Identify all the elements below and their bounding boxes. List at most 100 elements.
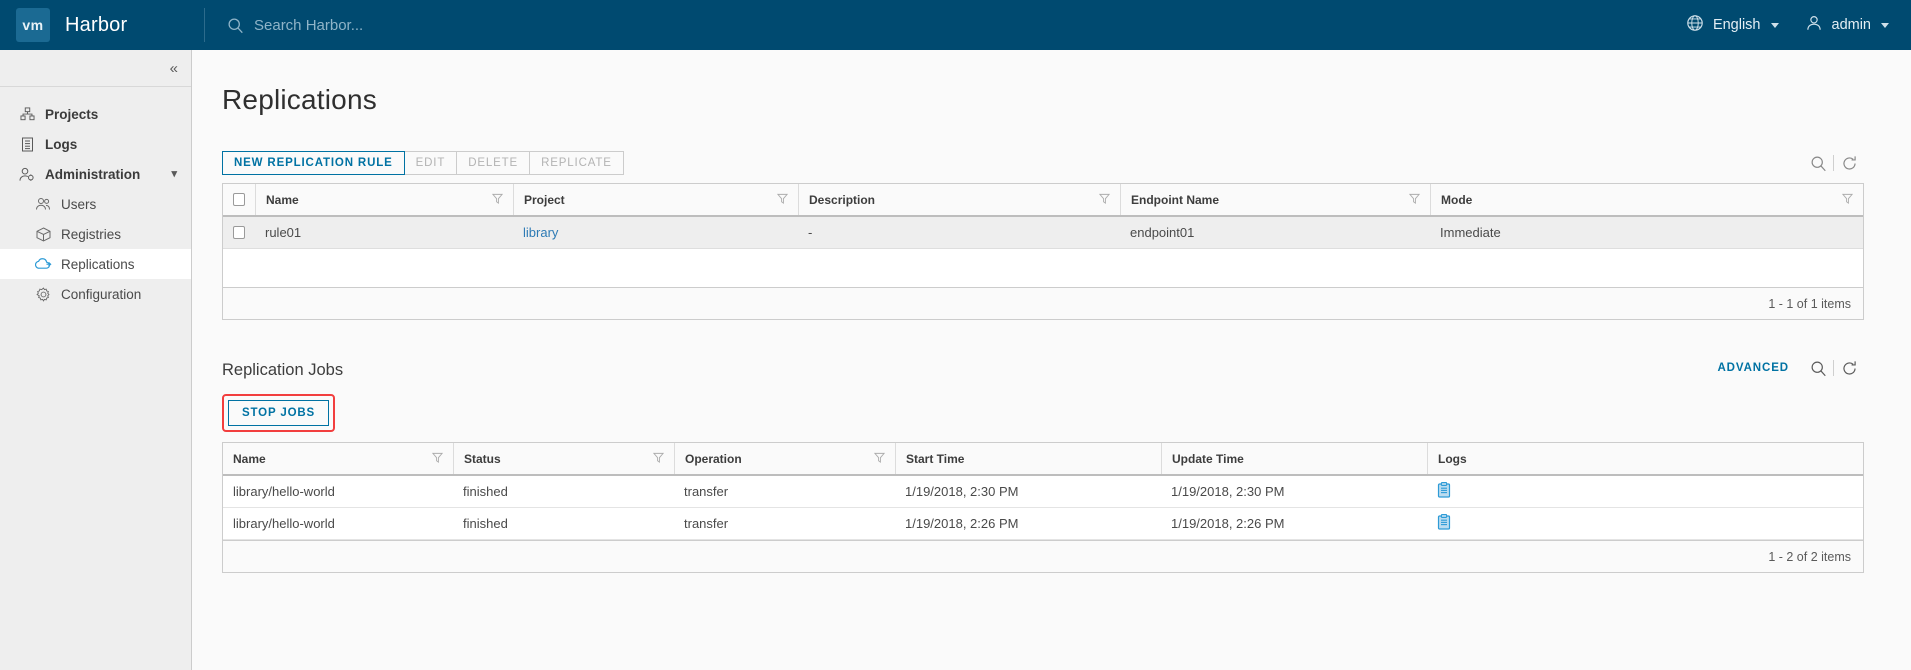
sidebar-item-label: Replications [61, 256, 135, 272]
sidebar-item-projects[interactable]: Projects [0, 99, 191, 129]
rules-column-mode[interactable]: Mode [1430, 184, 1863, 215]
replications-icon [34, 256, 52, 272]
jobs-header-controls: ADVANCED [1717, 356, 1864, 380]
header-divider [204, 8, 205, 42]
rules-search-button[interactable] [1803, 151, 1833, 175]
replicate-rule-button[interactable]: REPLICATE [530, 151, 624, 175]
stop-jobs-button[interactable]: STOP JOBS [228, 400, 330, 426]
user-menu[interactable]: admin [1805, 14, 1889, 36]
jobs-column-status[interactable]: Status [453, 443, 674, 474]
table-row[interactable]: library/hello-world finished transfer 1/… [223, 476, 1863, 508]
rules-column-description[interactable]: Description [798, 184, 1120, 215]
jobs-column-name[interactable]: Name [223, 443, 453, 474]
logs-icon [18, 136, 36, 152]
filter-funnel-icon[interactable] [1098, 193, 1111, 207]
cell-start-time: 1/19/2018, 2:30 PM [905, 484, 1019, 499]
rules-action-bar: NEW REPLICATION RULE EDIT DELETE REPLICA… [222, 151, 624, 175]
rules-column-project[interactable]: Project [513, 184, 798, 215]
brand-area[interactable]: vm Harbor [0, 0, 200, 50]
replication-jobs-header: Replication Jobs ADVANCED [222, 356, 1864, 380]
chevron-down-icon [1770, 22, 1779, 28]
sidebar-item-label: Configuration [61, 286, 142, 302]
user-name-label: admin [1831, 17, 1872, 33]
filter-funnel-icon[interactable] [1408, 193, 1421, 207]
jobs-column-operation[interactable]: Operation [674, 443, 895, 474]
filter-funnel-icon[interactable] [652, 452, 665, 466]
globe-icon [1686, 14, 1704, 36]
jobs-pagination-label: 1 - 2 of 2 items [1768, 549, 1851, 564]
main-content: Replications NEW REPLICATION RULE EDIT D… [192, 50, 1911, 670]
advanced-filter-link[interactable]: ADVANCED [1717, 362, 1789, 374]
filter-funnel-icon[interactable] [491, 193, 504, 207]
column-label: Name [266, 192, 299, 207]
jobs-column-update-time[interactable]: Update Time [1161, 443, 1427, 474]
filter-funnel-icon[interactable] [873, 452, 886, 466]
cell-update-time: 1/19/2018, 2:26 PM [1171, 516, 1285, 531]
vmware-logo-text: vm [22, 17, 44, 33]
sidebar-nav: Projects Logs Administration ▾ Users Reg… [0, 87, 191, 309]
cell-update-time: 1/19/2018, 2:30 PM [1171, 484, 1285, 499]
jobs-column-start-time[interactable]: Start Time [895, 443, 1161, 474]
filter-funnel-icon[interactable] [1841, 193, 1854, 207]
language-selector[interactable]: English [1686, 14, 1779, 36]
double-chevron-left-icon[interactable]: « [170, 61, 178, 76]
cell-status: finished [463, 484, 508, 499]
new-replication-rule-button[interactable]: NEW REPLICATION RULE [222, 151, 405, 175]
jobs-column-logs[interactable]: Logs [1427, 443, 1863, 474]
table-row[interactable]: rule01 library - endpoint01 Immediate [223, 217, 1863, 249]
projects-icon [18, 106, 36, 122]
column-label: Start Time [906, 451, 965, 466]
rules-select-all-header [223, 184, 255, 215]
jobs-search-button[interactable] [1803, 356, 1833, 380]
top-header-bar: vm Harbor English admin [0, 0, 1911, 50]
sidebar-item-configuration[interactable]: Configuration [0, 279, 191, 309]
replication-jobs-table: Name Status Operation Start Time Update … [222, 442, 1864, 573]
clipboard-log-icon[interactable] [1437, 482, 1451, 501]
sidebar-item-users[interactable]: Users [0, 189, 191, 219]
chevron-down-icon[interactable]: ▾ [171, 168, 177, 180]
header-right-controls: English admin [1686, 14, 1911, 36]
row-checkbox[interactable] [233, 226, 245, 239]
project-link[interactable]: library [523, 225, 558, 240]
rules-column-endpoint-name[interactable]: Endpoint Name [1120, 184, 1430, 215]
cell-status: finished [463, 516, 508, 531]
cell-name: rule01 [265, 225, 302, 240]
delete-rule-button[interactable]: DELETE [457, 151, 531, 175]
sidebar-item-registries[interactable]: Registries [0, 219, 191, 249]
jobs-refresh-button[interactable] [1834, 356, 1864, 380]
sidebar: « Projects Logs Administration ▾ Users R… [0, 50, 192, 670]
replication-rules-table: Name Project Description Endpoint Name M… [222, 183, 1864, 320]
jobs-table-header: Name Status Operation Start Time Update … [223, 443, 1863, 476]
rules-table-footer: 1 - 1 of 1 items [223, 287, 1863, 319]
rules-column-name[interactable]: Name [255, 184, 513, 215]
rules-table-empty-space [223, 249, 1863, 287]
column-label: Project [524, 192, 565, 207]
sidebar-item-logs[interactable]: Logs [0, 129, 191, 159]
cell-operation: transfer [684, 484, 729, 499]
column-label: Description [809, 192, 876, 207]
filter-funnel-icon[interactable] [431, 452, 444, 466]
table-row[interactable]: library/hello-world finished transfer 1/… [223, 508, 1863, 540]
language-label: English [1712, 17, 1761, 33]
search-input[interactable] [254, 16, 674, 34]
column-label: Endpoint Name [1131, 192, 1220, 207]
clipboard-log-icon[interactable] [1437, 514, 1451, 533]
edit-rule-button[interactable]: EDIT [404, 151, 458, 175]
filter-funnel-icon[interactable] [776, 193, 789, 207]
brand-title: Harbor [65, 13, 128, 36]
page-title: Replications [222, 84, 377, 115]
select-all-checkbox[interactable] [233, 193, 245, 206]
sidebar-item-label: Administration [45, 166, 141, 182]
column-label: Name [233, 451, 266, 466]
user-avatar-icon [1805, 14, 1823, 36]
sidebar-item-label: Users [61, 196, 97, 212]
cell-name: library/hello-world [233, 484, 335, 499]
administration-icon [18, 166, 36, 182]
rules-refresh-button[interactable] [1834, 151, 1864, 175]
sidebar-item-replications[interactable]: Replications [0, 249, 191, 279]
sidebar-item-administration[interactable]: Administration ▾ [0, 159, 191, 189]
sidebar-item-label: Registries [61, 226, 122, 242]
sidebar-item-label: Projects [45, 106, 99, 122]
row-select-cell [223, 217, 255, 248]
global-search[interactable] [227, 16, 1686, 34]
